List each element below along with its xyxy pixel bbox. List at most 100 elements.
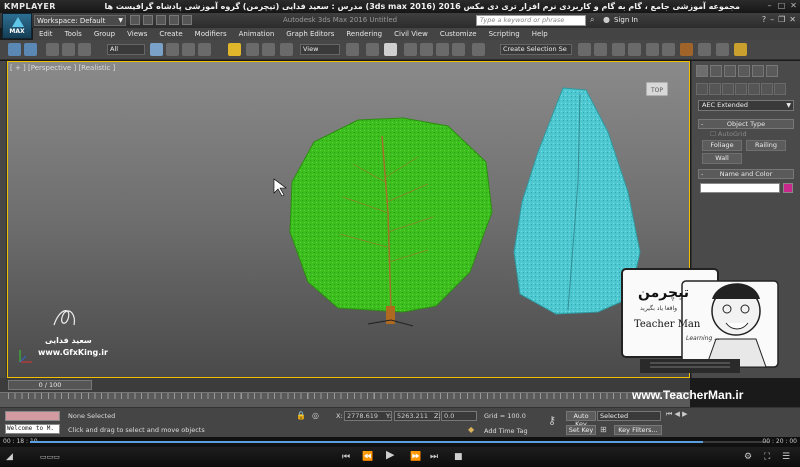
cameras-icon[interactable] [735,83,747,95]
menu-customize[interactable]: Customize [434,28,483,40]
window-crossing-icon[interactable] [198,43,211,56]
selection-filter-dropdown[interactable]: All [107,44,145,55]
menu-scripting[interactable]: Scripting [483,28,526,40]
equalizer-icon[interactable]: ▭▭▭ [40,452,60,462]
help-icon[interactable]: ? [762,15,766,24]
open-icon[interactable] [143,15,153,25]
rewind-icon[interactable]: ⏪ [362,452,373,462]
modify-tab-icon[interactable] [710,65,722,77]
key-selection-dropdown[interactable]: Selected [597,411,661,421]
space-warps-icon[interactable] [761,83,773,95]
render-setup-icon[interactable] [698,43,711,56]
angle-snap-icon[interactable] [420,43,433,56]
select-object-icon[interactable] [150,43,163,56]
create-tab-icon[interactable] [696,65,708,77]
spinner-snap-icon[interactable] [452,43,465,56]
maximize-icon[interactable]: □ [777,1,786,10]
undo-icon[interactable] [169,15,179,25]
menu-create[interactable]: Create [153,28,188,40]
menu-tools[interactable]: Tools [59,28,88,40]
sign-in-link[interactable]: Sign In [614,16,638,24]
menu-civil-view[interactable]: Civil View [388,28,434,40]
time-slider[interactable]: 0 / 100 [8,380,92,390]
autogrid-checkbox[interactable]: ☐ AutoGrid [710,130,747,138]
menu-views[interactable]: Views [121,28,153,40]
layer-explorer-icon[interactable] [612,43,625,56]
fast-forward-icon[interactable]: ⏩ [410,452,421,462]
close-icon[interactable]: ✕ [789,15,796,24]
restore-icon[interactable]: ❐ [778,15,785,24]
material-editor-icon[interactable] [680,43,693,56]
play-icon[interactable]: ▶ [386,449,394,460]
settings-icon[interactable]: ⚙ [744,452,752,462]
edit-named-selection-icon[interactable] [472,43,485,56]
application-button[interactable]: MAX [2,13,32,39]
bind-space-warp-icon[interactable] [78,43,91,56]
maxscript-listener-output[interactable] [5,411,60,421]
align-icon[interactable] [594,43,607,56]
redo-icon[interactable] [182,15,192,25]
maxscript-mini-listener[interactable]: Welcome to M. [5,424,60,434]
graphite-toggle-icon[interactable] [628,43,641,56]
playlist-icon[interactable]: ☰ [782,452,790,462]
previous-icon[interactable]: ⏮ [342,452,350,462]
object-color-swatch[interactable] [783,183,793,193]
isolate-icon[interactable]: ◎ [312,411,319,420]
volume-icon[interactable]: ◢ [6,452,13,462]
auto-key-button[interactable]: Auto Key [566,411,596,428]
move-icon[interactable] [228,43,241,56]
menu-modifiers[interactable]: Modifiers [189,28,233,40]
next-icon[interactable]: ⏭ [430,452,438,462]
stop-icon[interactable]: ■ [454,452,463,462]
undo-icon[interactable] [8,43,21,56]
new-icon[interactable] [130,15,140,25]
foliage-button[interactable]: Foliage [702,140,742,151]
seek-track[interactable] [30,441,770,443]
menu-rendering[interactable]: Rendering [340,28,388,40]
select-by-name-icon[interactable] [166,43,179,56]
lights-icon[interactable] [722,83,734,95]
object-category-dropdown[interactable]: AEC Extended ▼ [698,100,794,111]
menu-graph-editors[interactable]: Graph Editors [280,28,340,40]
snaps-toggle-icon[interactable] [404,43,417,56]
key-filters-button[interactable]: Key Filters... [614,425,662,435]
object-type-rollout[interactable]: - Object Type [698,119,794,129]
green-leaf-mesh[interactable] [289,117,493,313]
display-tab-icon[interactable] [752,65,764,77]
close-icon[interactable]: ✕ [789,1,798,10]
utilities-tab-icon[interactable] [766,65,778,77]
x-coordinate-field[interactable]: 2778.619 [344,411,392,421]
reference-coordinate-dropdown[interactable]: View [300,44,340,55]
shapes-icon[interactable] [709,83,721,95]
key-icon[interactable]: ⚷ [548,414,556,427]
select-manipulate-icon[interactable] [366,43,379,56]
link-icon[interactable] [46,43,59,56]
set-key-button[interactable]: Set Key [566,425,596,435]
percent-snap-icon[interactable] [436,43,449,56]
named-selection-dropdown[interactable]: Create Selection Se [500,44,572,55]
railing-button[interactable]: Railing [746,140,786,151]
schematic-view-icon[interactable] [662,43,675,56]
menu-animation[interactable]: Animation [233,28,281,40]
scale-icon[interactable] [262,43,275,56]
menu-help[interactable]: Help [526,28,554,40]
kmplayer-progress-bar[interactable]: 00 : 18 : 10 00 : 20 : 00 [0,437,800,447]
add-time-tag[interactable]: Add Time Tag [484,427,528,435]
pivot-center-icon[interactable] [346,43,359,56]
motion-tab-icon[interactable] [738,65,750,77]
placement-icon[interactable] [280,43,293,56]
lock-selection-icon[interactable]: 🔒 [296,411,306,420]
systems-icon[interactable] [774,83,786,95]
hierarchy-tab-icon[interactable] [724,65,736,77]
object-name-input[interactable] [700,183,780,193]
perspective-viewport[interactable]: [ + ] [Perspective ] [Realistic ] TOP [7,61,690,378]
minimize-icon[interactable]: – [770,15,774,24]
selection-region-icon[interactable] [182,43,195,56]
render-production-icon[interactable] [734,43,747,56]
workspace-dropdown[interactable]: Workspace: Default ▼ [34,15,126,26]
helpers-icon[interactable] [748,83,760,95]
fullscreen-icon[interactable]: ⛶ [764,452,770,462]
mirror-icon[interactable] [578,43,591,56]
playback-controls[interactable]: ⏮ ◀ ▶ [666,410,688,419]
unlink-icon[interactable] [62,43,75,56]
